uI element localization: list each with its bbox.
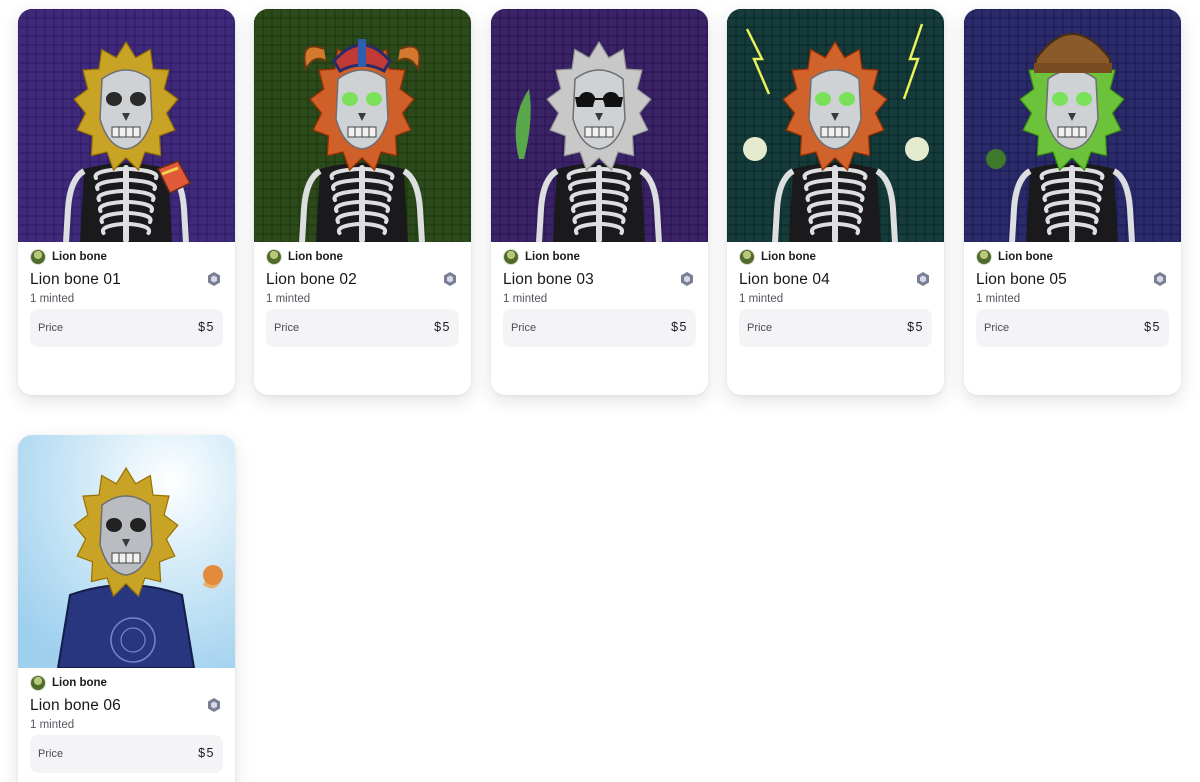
nft-artwork[interactable] [18, 9, 235, 242]
price-value: $5 [907, 320, 924, 334]
creator-row[interactable]: Lion bone [739, 249, 816, 265]
creator-name: Lion bone [998, 251, 1053, 263]
hexagon-chain-icon [1154, 272, 1166, 286]
price-label: Price [38, 748, 64, 760]
nft-title[interactable]: Lion bone 06 [30, 697, 121, 715]
minted-count: 1 minted [739, 293, 784, 305]
nft-title[interactable]: Lion bone 04 [739, 271, 830, 289]
minted-count: 1 minted [503, 293, 548, 305]
creator-row[interactable]: Lion bone [976, 249, 1053, 265]
creator-name: Lion bone [525, 251, 580, 263]
price-value: $5 [671, 320, 688, 334]
creator-row[interactable]: Lion bone [503, 249, 580, 265]
minted-count: 1 minted [976, 293, 1021, 305]
price-value: $5 [434, 320, 451, 334]
nft-artwork[interactable] [727, 9, 944, 242]
hexagon-chain-icon [444, 272, 456, 286]
creator-avatar [503, 249, 519, 265]
price-label: Price [274, 322, 300, 334]
creator-name: Lion bone [52, 251, 107, 263]
price-label: Price [38, 322, 64, 334]
price-box: Price $5 [503, 309, 696, 347]
nft-card[interactable]: Lion bone Lion bone 06 1 minted Price $5 [18, 435, 235, 782]
price-box: Price $5 [739, 309, 932, 347]
nft-title[interactable]: Lion bone 05 [976, 271, 1067, 289]
creator-avatar [30, 249, 46, 265]
nft-card[interactable]: Lion bone Lion bone 01 1 minted Price $5 [18, 9, 235, 395]
nft-title[interactable]: Lion bone 01 [30, 271, 121, 289]
price-value: $5 [198, 320, 215, 334]
creator-name: Lion bone [52, 677, 107, 689]
minted-count: 1 minted [30, 719, 75, 731]
hexagon-chain-icon [208, 698, 220, 712]
hexagon-chain-icon [681, 272, 693, 286]
nft-card[interactable]: Lion bone Lion bone 03 1 minted Price $5 [491, 9, 708, 395]
nft-artwork[interactable] [964, 9, 1181, 242]
creator-avatar [739, 249, 755, 265]
creator-avatar [976, 249, 992, 265]
price-value: $5 [198, 746, 215, 760]
nft-card[interactable]: Lion bone Lion bone 05 1 minted Price $5 [964, 9, 1181, 395]
nft-card[interactable]: Lion bone Lion bone 02 1 minted Price $5 [254, 9, 471, 395]
price-label: Price [984, 322, 1010, 334]
nft-artwork[interactable] [18, 435, 235, 668]
hexagon-chain-icon [208, 272, 220, 286]
creator-row[interactable]: Lion bone [266, 249, 343, 265]
price-box: Price $5 [30, 735, 223, 773]
minted-count: 1 minted [30, 293, 75, 305]
price-label: Price [511, 322, 537, 334]
creator-name: Lion bone [761, 251, 816, 263]
creator-row[interactable]: Lion bone [30, 675, 107, 691]
minted-count: 1 minted [266, 293, 311, 305]
price-box: Price $5 [976, 309, 1169, 347]
price-value: $5 [1144, 320, 1161, 334]
creator-row[interactable]: Lion bone [30, 249, 107, 265]
nft-title[interactable]: Lion bone 02 [266, 271, 357, 289]
nft-card[interactable]: Lion bone Lion bone 04 1 minted Price $5 [727, 9, 944, 395]
creator-avatar [30, 675, 46, 691]
price-label: Price [747, 322, 773, 334]
nft-artwork[interactable] [254, 9, 471, 242]
creator-avatar [266, 249, 282, 265]
nft-artwork[interactable] [491, 9, 708, 242]
creator-name: Lion bone [288, 251, 343, 263]
price-box: Price $5 [30, 309, 223, 347]
nft-title[interactable]: Lion bone 03 [503, 271, 594, 289]
price-box: Price $5 [266, 309, 459, 347]
hexagon-chain-icon [917, 272, 929, 286]
